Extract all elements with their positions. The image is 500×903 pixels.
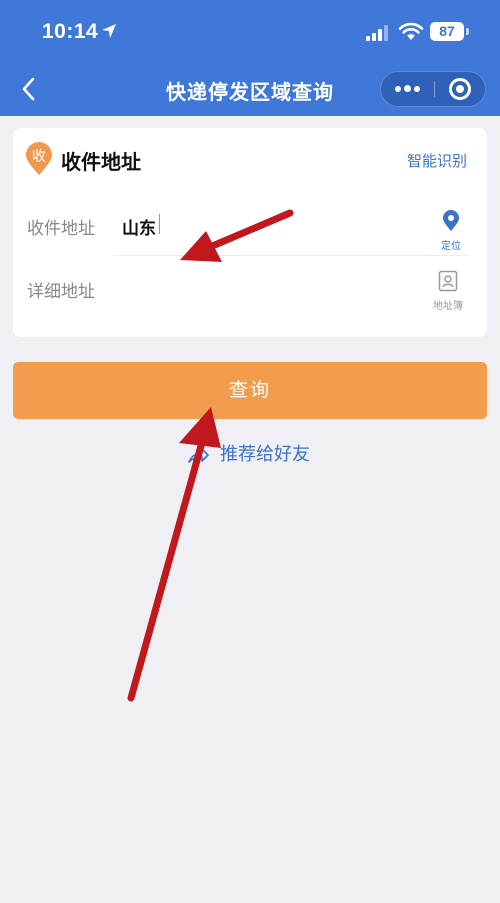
locate-button[interactable]: 定位 — [426, 210, 476, 252]
address-book-caption: 地址簿 — [433, 301, 463, 312]
address-label: 收件地址 — [27, 219, 95, 239]
battery-tip — [466, 28, 469, 35]
query-button[interactable]: 查询 — [13, 362, 487, 419]
row-divider — [113, 255, 467, 256]
detail-address-label: 详细地址 — [27, 282, 95, 302]
receive-badge-icon: 收 — [25, 142, 53, 176]
target-close-icon-dot — [456, 85, 464, 93]
status-bar: 10:14 87 — [0, 0, 500, 62]
close-miniprogram-button[interactable] — [435, 72, 485, 106]
address-book-icon — [438, 270, 458, 292]
location-pin-icon — [443, 210, 459, 231]
more-dots-icon — [404, 85, 411, 92]
address-input[interactable] — [113, 206, 413, 246]
detail-address-input[interactable] — [113, 268, 413, 308]
battery-indicator: 87 — [430, 22, 464, 41]
location-arrow-icon — [102, 24, 116, 38]
share-link-label: 推荐给好友 — [220, 444, 310, 465]
cellular-signal-icon — [366, 25, 390, 41]
card-title: 收件地址 — [61, 150, 141, 174]
wifi-icon — [398, 22, 424, 40]
miniprogram-capsule — [380, 71, 486, 107]
share-icon — [188, 448, 209, 463]
address-book-button[interactable]: 地址簿 — [423, 270, 473, 312]
badge-char: 收 — [32, 149, 46, 165]
more-dots-icon — [414, 86, 420, 92]
smart-recognize-link[interactable]: 智能识别 — [407, 150, 467, 171]
more-dots-icon — [395, 86, 401, 92]
status-time: 10:14 — [42, 20, 99, 43]
nav-bar: 快递停发区域查询 — [0, 62, 500, 116]
address-card: 收 收件地址 智能识别 收件地址 山东 定位 详细地址 地址簿 — [13, 128, 487, 337]
more-button[interactable] — [381, 72, 434, 106]
locate-caption: 定位 — [441, 241, 461, 252]
